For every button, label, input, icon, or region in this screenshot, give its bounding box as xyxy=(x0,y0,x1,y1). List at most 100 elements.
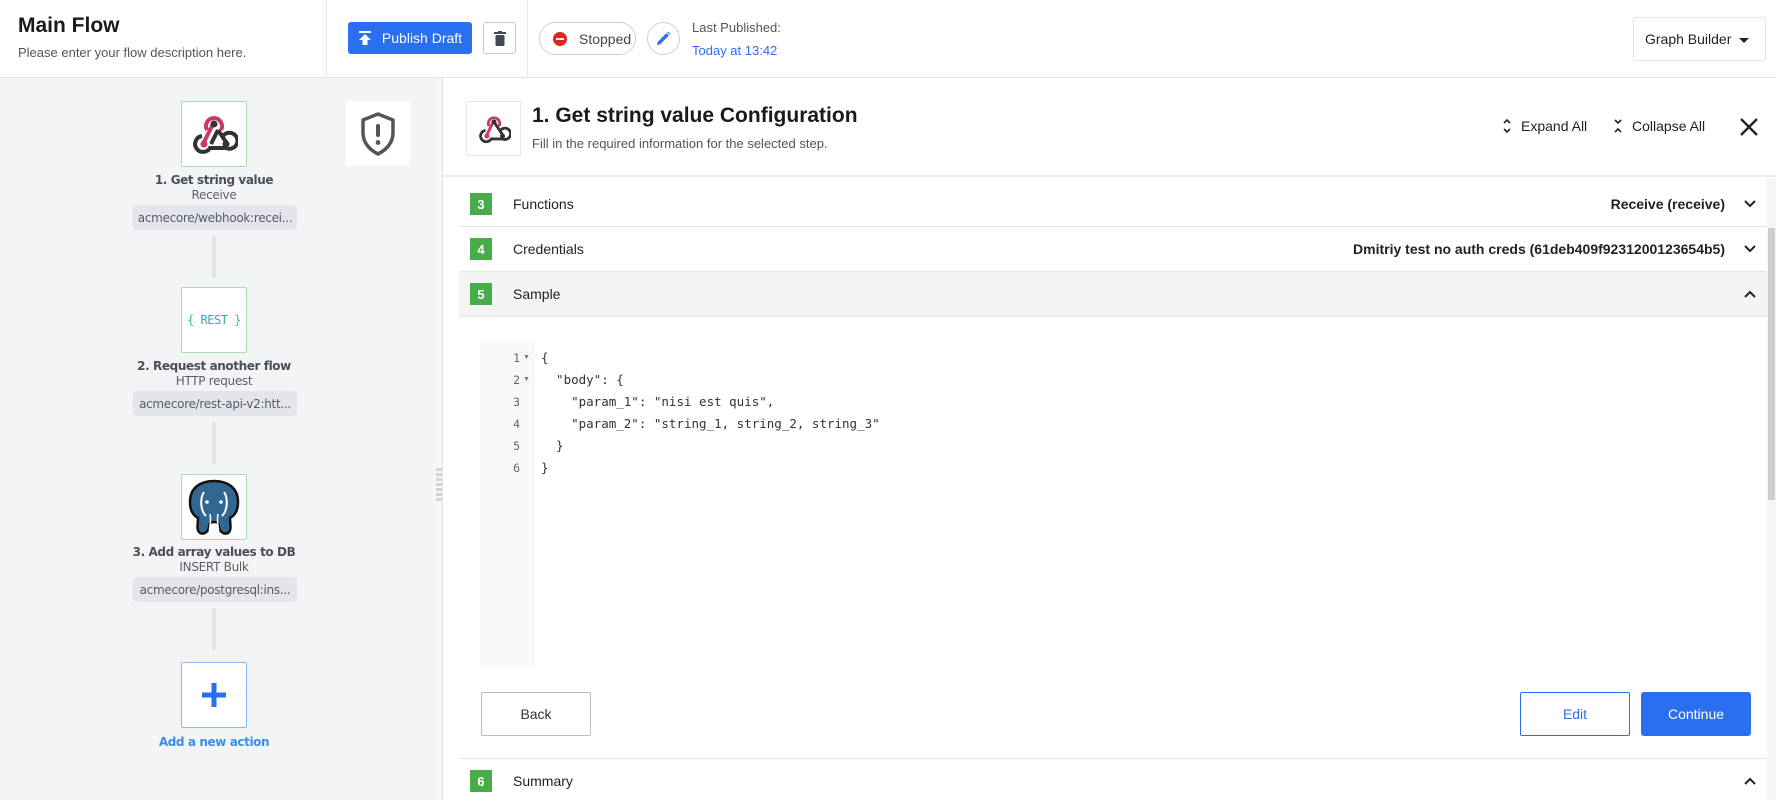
code-line: "param_1": "nisi est quis", xyxy=(541,394,775,409)
collapse-icon xyxy=(1614,119,1622,133)
postgresql-icon xyxy=(188,479,240,535)
fold-arrow-icon[interactable]: ▼ xyxy=(523,376,530,383)
webhook-icon xyxy=(478,115,511,143)
flow-node-2[interactable]: { HTTP requestREST } xyxy=(181,287,247,353)
section-number-badge: 6 xyxy=(470,770,492,792)
flow-node-title: 1. Get string value xyxy=(154,173,274,187)
flow-node-title: 2. Request another flow xyxy=(137,359,291,373)
section-label: Sample xyxy=(513,286,561,302)
config-subtitle: Fill in the required information for the… xyxy=(532,136,828,151)
flow-node-3[interactable] xyxy=(181,474,247,540)
grip-dot xyxy=(436,473,442,476)
step-configuration-panel: 1. Get string value Configuration Fill i… xyxy=(443,78,1776,803)
section-number-badge: 4 xyxy=(470,238,492,260)
panel-resize-handle[interactable] xyxy=(434,78,443,800)
caret-down-icon xyxy=(1739,37,1750,43)
section-value: Receive (receive) xyxy=(1610,196,1725,212)
scrollbar-thumb[interactable] xyxy=(1768,228,1775,500)
pencil-icon xyxy=(657,32,670,45)
editor-gutter xyxy=(480,341,535,667)
grip-dot xyxy=(436,478,442,481)
view-selector-dropdown[interactable]: Graph Builder xyxy=(1633,17,1766,61)
code-line: } xyxy=(541,438,564,453)
last-published-value[interactable]: Today at 13:42 xyxy=(692,43,777,58)
section-summary[interactable]: 6 Summary xyxy=(459,758,1773,803)
add-action-button[interactable] xyxy=(181,662,247,728)
expand-icon xyxy=(1503,118,1511,134)
status-toggle[interactable]: Stopped xyxy=(539,22,636,55)
plus-icon xyxy=(202,683,226,707)
trash-icon xyxy=(493,30,506,46)
flow-node-subtitle: INSERT Bulk xyxy=(179,560,249,574)
line-number: 3 xyxy=(513,395,520,409)
flow-node-subtitle: Receive xyxy=(191,188,237,202)
section-functions[interactable]: 3 Functions Receive (receive) xyxy=(459,182,1773,227)
add-action-link[interactable]: Add a new action xyxy=(114,735,314,749)
back-button[interactable]: Back xyxy=(481,692,591,736)
delete-button[interactable] xyxy=(483,22,516,54)
flow-node-title: 3. Add array values to DB xyxy=(132,545,296,559)
line-number: 5 xyxy=(513,439,520,453)
stop-icon xyxy=(553,31,567,46)
flow-node-tag: acmecore/webhook:recei... xyxy=(133,205,297,230)
expand-all-button[interactable]: Expand All xyxy=(1502,118,1587,134)
flow-node-tag: acmecore/rest-api-v2:htt... xyxy=(133,391,297,416)
publish-draft-label: Publish Draft xyxy=(381,30,463,46)
flow-node-subtitle: HTTP request xyxy=(175,374,253,388)
code-line: "body": { xyxy=(541,372,624,387)
last-published-label: Last Published: xyxy=(692,20,781,35)
status-label: Stopped xyxy=(579,30,632,47)
line-number: 6 xyxy=(513,461,520,475)
code-line: "param_2": "string_1, string_2, string_3… xyxy=(541,416,880,431)
header-divider xyxy=(326,0,327,78)
chevron-down-icon[interactable] xyxy=(1743,197,1757,211)
config-header: 1. Get string value Configuration Fill i… xyxy=(443,78,1776,177)
flow-connector xyxy=(212,236,216,278)
flow-canvas[interactable]: 1. Get string value Receive acmecore/web… xyxy=(0,78,434,800)
section-number-badge: 3 xyxy=(470,193,492,215)
close-icon[interactable] xyxy=(1738,116,1760,138)
grip-dot xyxy=(436,493,442,496)
sample-code-editor[interactable]: 1 ▼ { 2 ▼ "body": { 3 "param_1": "nisi e… xyxy=(480,341,980,667)
grip-dot xyxy=(436,488,442,491)
code-line: } xyxy=(541,460,549,475)
flow-connector xyxy=(212,608,216,650)
flow-node-tag: acmecore/postgresql:ins... xyxy=(133,577,297,602)
error-handler-button[interactable] xyxy=(346,101,410,166)
flow-connector xyxy=(212,422,216,464)
grip-dot xyxy=(436,468,442,471)
grip-dot xyxy=(436,498,442,501)
expand-all-label: Expand All xyxy=(1521,118,1588,134)
fold-arrow-icon[interactable]: ▼ xyxy=(523,354,530,361)
config-title: 1. Get string value Configuration xyxy=(532,104,858,127)
chevron-up-icon[interactable] xyxy=(1743,287,1757,301)
code-line: { xyxy=(541,350,549,365)
line-number: 4 xyxy=(513,417,520,431)
section-sample[interactable]: 5 Sample xyxy=(459,272,1773,317)
flow-node-1[interactable] xyxy=(181,101,247,167)
publish-draft-button[interactable]: Publish Draft xyxy=(348,22,472,54)
flow-description[interactable]: Please enter your flow description here. xyxy=(18,45,246,60)
shield-alert-icon xyxy=(361,111,395,156)
continue-button[interactable]: Continue xyxy=(1641,692,1751,736)
section-label: Functions xyxy=(513,196,574,212)
flow-title[interactable]: Main Flow xyxy=(18,14,120,38)
edit-sample-button[interactable]: Edit xyxy=(1520,692,1630,736)
section-credentials[interactable]: 4 Credentials Dmitriy test no auth creds… xyxy=(459,227,1773,272)
webhook-icon xyxy=(193,116,238,154)
section-number-badge: 5 xyxy=(470,283,492,305)
section-label: Credentials xyxy=(513,241,584,257)
chevron-up-icon[interactable] xyxy=(1743,774,1757,788)
step-icon-box xyxy=(466,101,521,156)
chevron-down-icon[interactable] xyxy=(1743,242,1757,256)
section-label: Summary xyxy=(513,773,573,789)
edit-button[interactable] xyxy=(647,22,680,55)
header-divider xyxy=(527,0,528,78)
view-selector-label: Graph Builder xyxy=(1645,31,1732,47)
rest-icon: { HTTP requestREST } xyxy=(187,313,241,327)
line-number: 2 xyxy=(513,373,520,387)
upload-icon xyxy=(358,31,371,45)
collapse-all-button[interactable]: Collapse All xyxy=(1613,118,1705,134)
grip-dot xyxy=(436,483,442,486)
top-header: Main Flow Please enter your flow descrip… xyxy=(0,0,1776,78)
